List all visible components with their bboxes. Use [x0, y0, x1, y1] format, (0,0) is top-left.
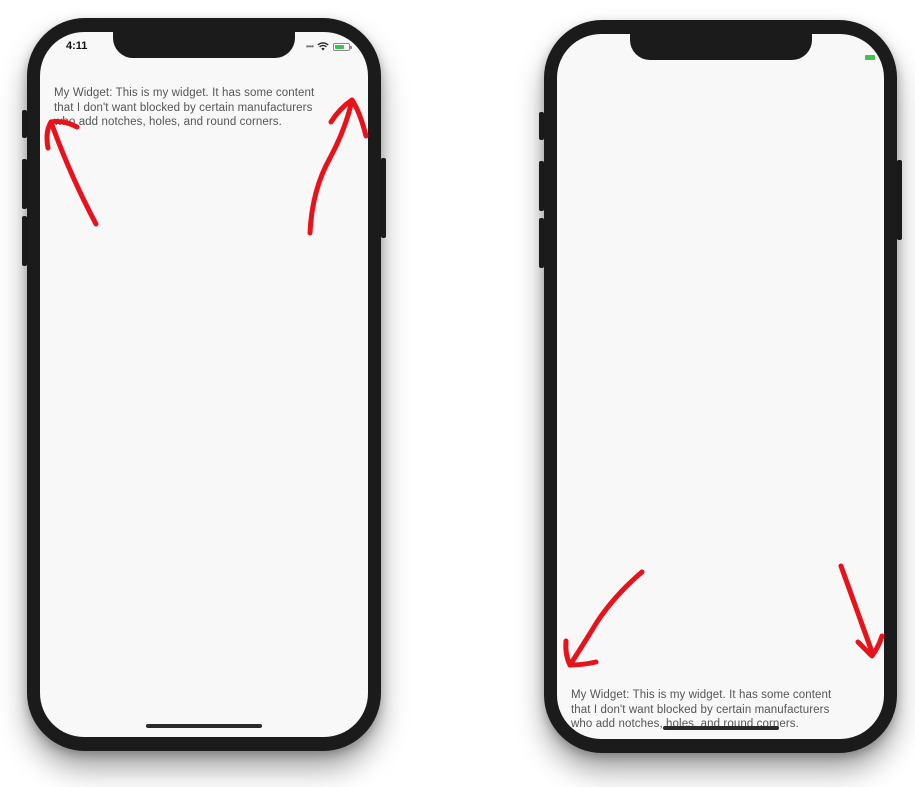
notch	[629, 34, 812, 60]
status-time: 4:11	[66, 40, 88, 52]
widget-text-line: who add notches, holes, and round corner…	[54, 116, 282, 128]
home-indicator	[662, 726, 779, 730]
home-indicator	[146, 724, 262, 728]
phone-landscape: My Widget: This is my widget. It has som…	[539, 20, 902, 753]
phone-screen: My Widget: This is my widget. It has som…	[557, 34, 884, 739]
status-icons: ••••	[305, 41, 352, 51]
widget-text: My Widget: This is my widget. It has som…	[54, 86, 314, 130]
widget-text-line: My Widget: This is my widget. It has som…	[54, 87, 315, 99]
signal-dots-icon: ••••	[305, 41, 314, 51]
wifi-icon	[317, 42, 329, 51]
power-button	[381, 158, 386, 238]
phone-screen: 4:11 •••• My Widget: This is my widget. …	[40, 32, 368, 737]
phone-portrait: 4:11 •••• My Widget: This is my widget. …	[22, 18, 386, 751]
widget-text-line: My Widget: This is my widget. It has som…	[571, 689, 832, 701]
widget-text: My Widget: This is my widget. It has som…	[571, 688, 831, 732]
widget-text-line: that I don't want blocked by certain man…	[54, 101, 313, 114]
power-button	[897, 160, 902, 240]
battery-icon	[865, 55, 875, 60]
notch	[113, 32, 295, 58]
widget-text-line: that I don't want blocked by certain man…	[571, 703, 830, 716]
battery-icon	[333, 42, 352, 51]
